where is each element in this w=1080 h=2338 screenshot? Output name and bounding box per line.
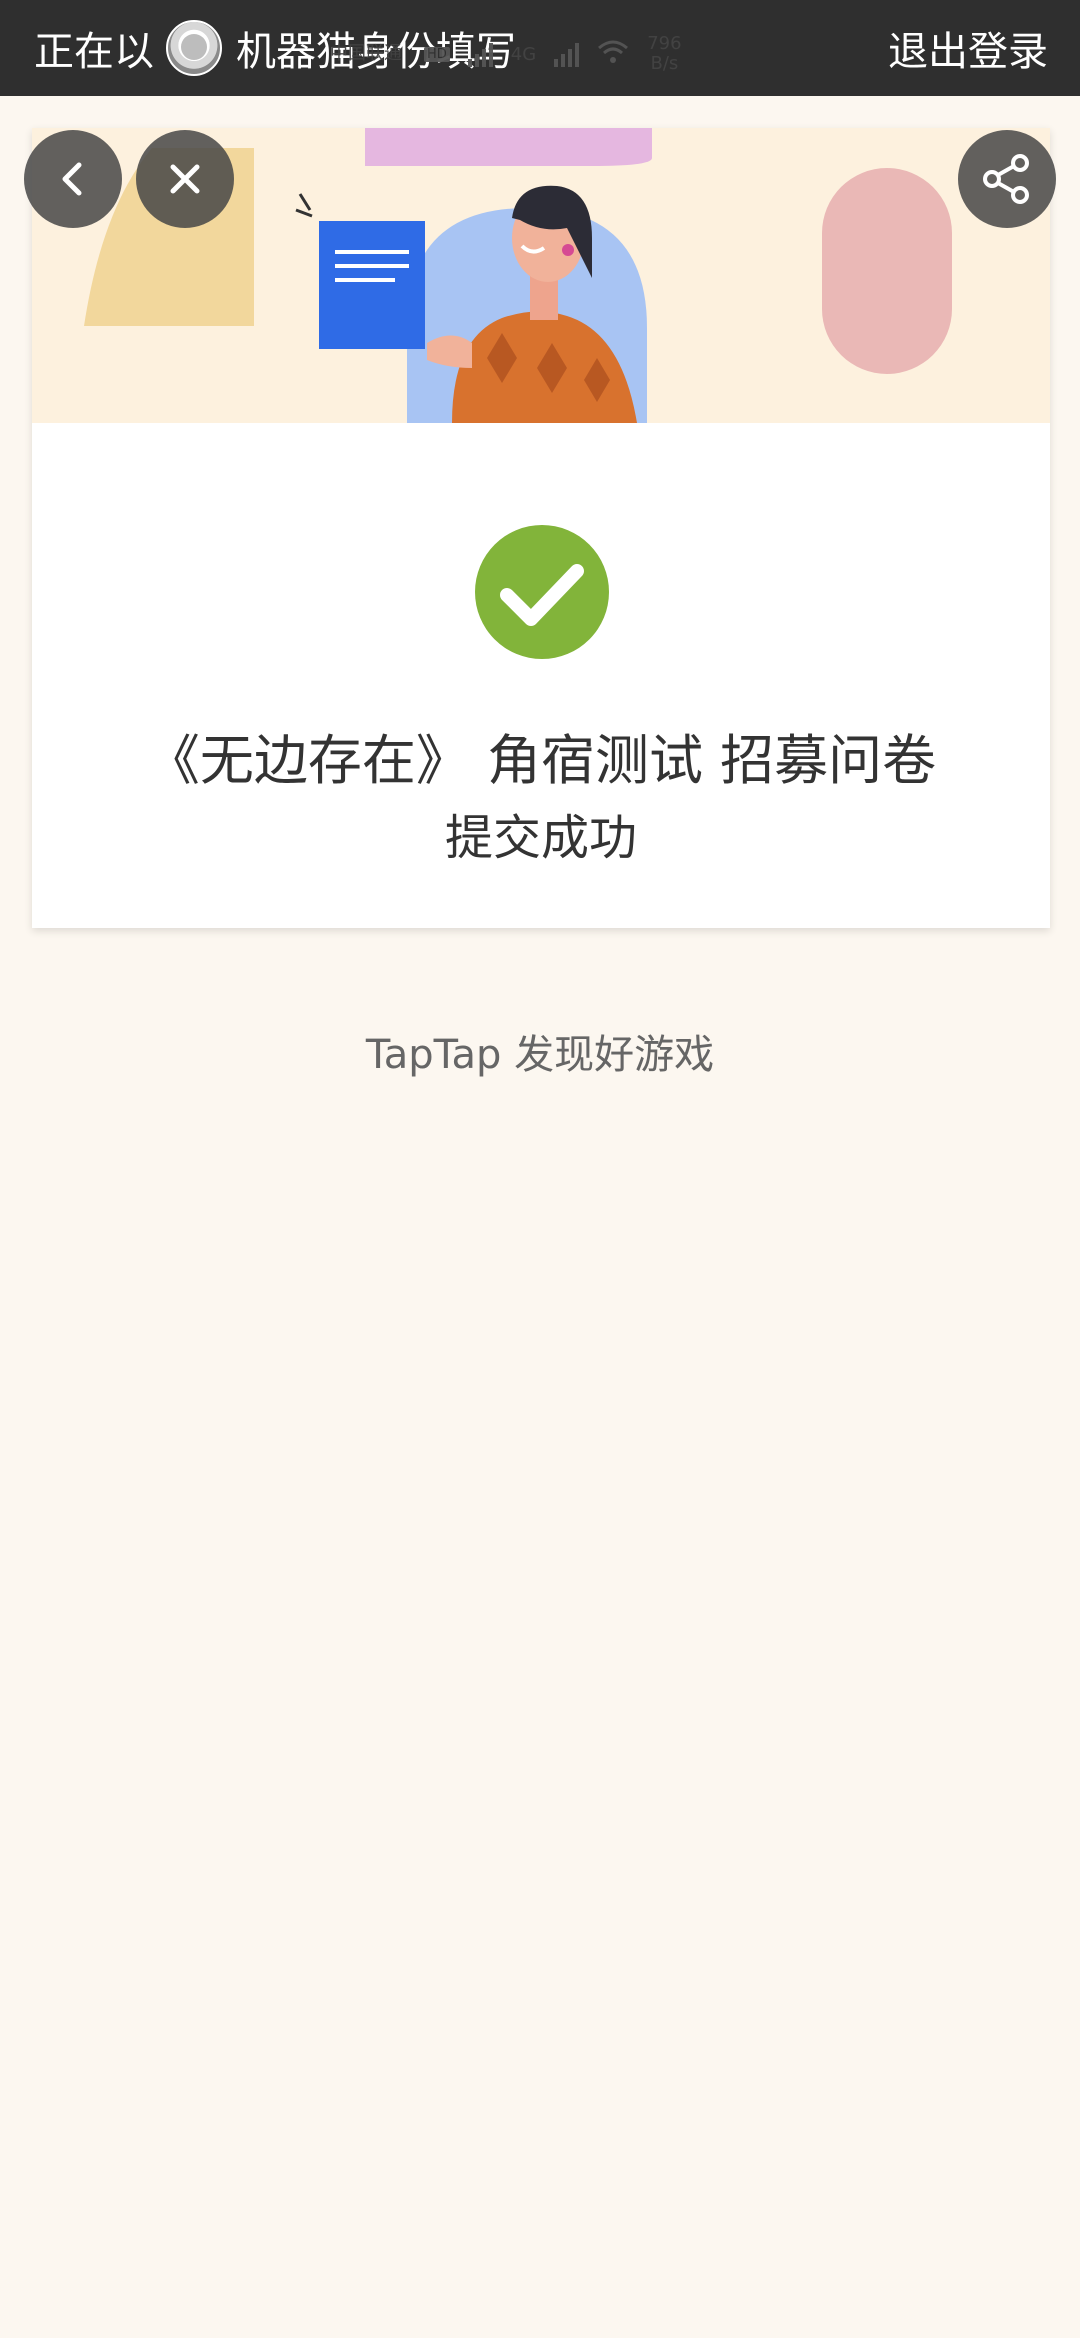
identity-bar: 正在以 机器猫 身份填写 中国联通 HD 4G 796 B/s 退出登录 <box>0 0 1080 96</box>
survey-title: 《无边存在》 角宿测试 招募问卷 <box>145 729 937 792</box>
network-speed: 796 B/s <box>647 34 681 74</box>
share-icon <box>983 154 1029 204</box>
hd-badge: HD <box>424 46 450 62</box>
close-icon <box>170 164 200 194</box>
carrier-info: 中国联通 <box>330 44 402 64</box>
speed-unit: B/s <box>650 53 679 74</box>
share-button[interactable] <box>958 130 1056 228</box>
close-button[interactable] <box>136 130 234 228</box>
signal-icon <box>467 41 493 67</box>
submit-status: 提交成功 <box>444 810 637 866</box>
footer-tagline: TapTap 发现好游戏 <box>365 1032 715 1078</box>
identity-prefix: 正在以 <box>34 29 154 75</box>
back-button[interactable] <box>24 130 122 228</box>
checkmark-icon <box>500 564 584 626</box>
system-status-bar: 中国联通 HD 4G 796 B/s <box>330 28 682 80</box>
signal-icon-2 <box>554 41 580 67</box>
logout-button[interactable]: 退出登录 <box>888 0 1048 96</box>
network-type: 4G <box>510 43 537 65</box>
chevron-left-icon <box>62 162 82 196</box>
carrier-name: 中国联通 <box>330 43 402 64</box>
success-icon <box>475 525 609 659</box>
avatar <box>166 20 222 76</box>
speed-value: 796 <box>647 33 682 54</box>
wifi-icon <box>597 39 629 70</box>
result-card: 《无边存在》 角宿测试 招募问卷 提交成功 <box>32 128 1050 928</box>
